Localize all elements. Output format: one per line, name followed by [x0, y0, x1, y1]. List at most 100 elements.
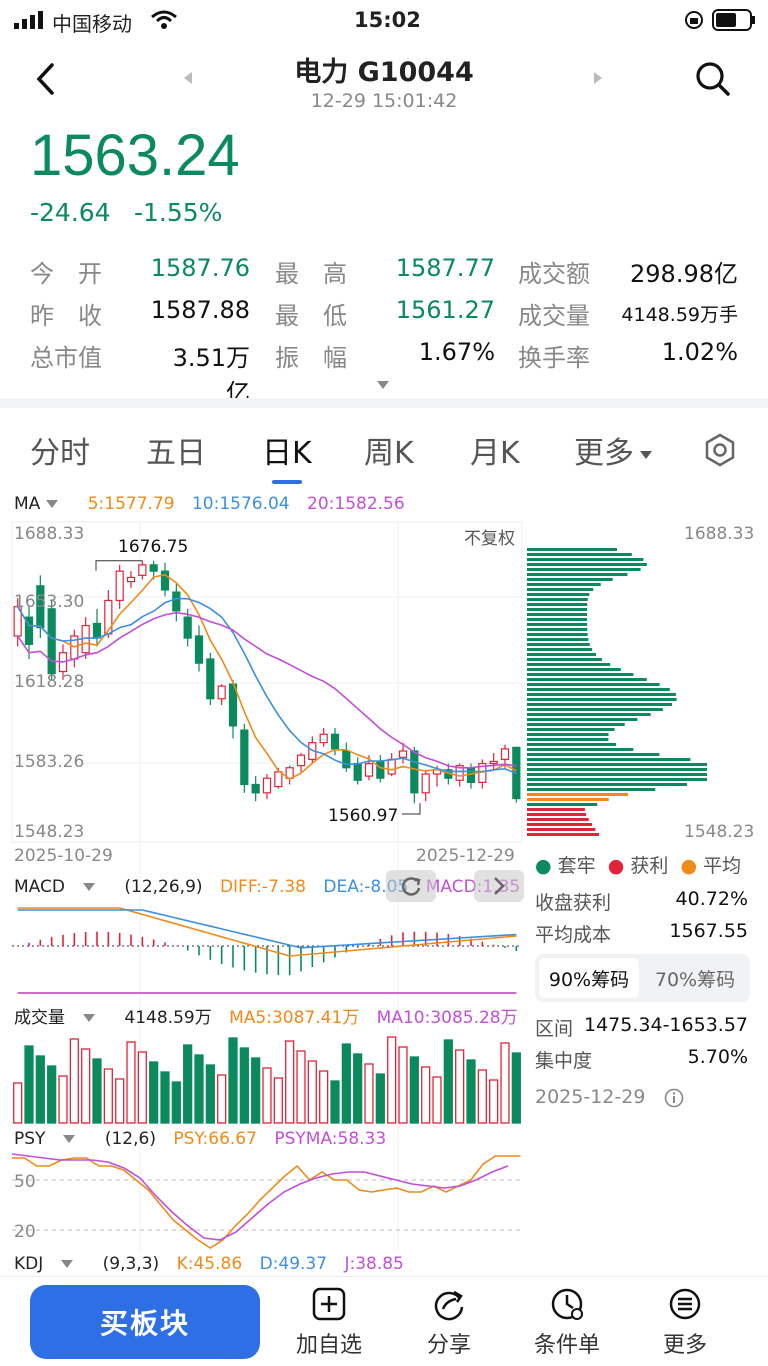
- chip-bar: [527, 718, 638, 721]
- volume-bar: [387, 1036, 397, 1124]
- search-icon[interactable]: [694, 60, 732, 98]
- stat-value: 1.67%: [418, 338, 495, 366]
- chip-bar: [527, 703, 673, 706]
- profit-ratio-label: 收盘获利: [535, 892, 612, 914]
- chip-bar: [527, 733, 609, 736]
- tab-more[interactable]: 更多: [574, 428, 652, 472]
- tab-monthly-k[interactable]: 月K: [470, 428, 520, 472]
- high-price-label: 1676.75: [118, 537, 189, 557]
- next-arrow-icon[interactable]: [592, 70, 604, 86]
- buy-sector-button[interactable]: 买板块: [30, 1285, 260, 1359]
- candle: [92, 622, 102, 639]
- volume-bar: [24, 1045, 34, 1124]
- psy-legend: PSY (12,6) PSY:66.67 PSYMA:58.33: [14, 1129, 398, 1149]
- bottom-action-bar: 买板块 加自选 分享 条件单 更多: [0, 1276, 768, 1366]
- no-adjust-label[interactable]: 不复权: [464, 524, 515, 549]
- kdj-params: (9,3,3): [102, 1254, 160, 1274]
- menu-icon: [669, 1288, 701, 1320]
- tab-daily-k[interactable]: 日K: [262, 428, 312, 472]
- chip-bar: [527, 798, 609, 801]
- tab-chip-90[interactable]: 90%筹码: [539, 958, 639, 998]
- volume-bar: [285, 1040, 295, 1124]
- status-bar: 中国移动 15:02: [0, 0, 768, 40]
- chip-bar: [527, 713, 651, 716]
- chip-bar: [527, 648, 593, 651]
- tab-five-day[interactable]: 五日: [146, 428, 206, 472]
- candle: [262, 777, 272, 794]
- ma10-line: [17, 597, 517, 775]
- price-tick-2: 1618.28: [14, 672, 85, 692]
- range-label: 区间: [535, 1018, 574, 1040]
- scroll-latest-button[interactable]: [474, 870, 524, 902]
- stat-value: 1587.76: [150, 254, 250, 282]
- volume-bar: [205, 1064, 215, 1124]
- kdj-label: KDJ: [14, 1254, 44, 1274]
- chip-bar: [527, 658, 602, 661]
- stat-label: 成交量: [518, 302, 590, 330]
- macd-selector[interactable]: MACD: [14, 877, 107, 897]
- candle: [183, 616, 192, 639]
- page-title: 电力 G10044: [294, 57, 474, 88]
- volume-bar: [13, 1082, 23, 1124]
- volume-bar: [409, 1056, 419, 1124]
- dot-icon: ●: [680, 855, 698, 877]
- chip-bar: [527, 588, 594, 591]
- volume-bar: [443, 1039, 453, 1124]
- volume-bar: [296, 1050, 306, 1124]
- volume-bar: [341, 1043, 351, 1124]
- chip-bar: [527, 653, 597, 656]
- chip-range-toggle: 90%筹码 70%筹码: [535, 954, 750, 1002]
- chip-bar: [527, 743, 617, 746]
- chip-bar: [527, 763, 707, 766]
- condition-order-button[interactable]: 条件单: [522, 1287, 612, 1359]
- candle: [387, 758, 396, 775]
- chip-bar: [527, 663, 611, 666]
- ma-selector[interactable]: MA: [14, 494, 70, 514]
- candle: [149, 564, 158, 572]
- condition-order-label: 条件单: [533, 1333, 600, 1358]
- candle: [330, 733, 340, 750]
- volume-bar: [160, 1071, 170, 1124]
- chevron-down-icon: [63, 1135, 76, 1143]
- ma-legend: MA 5:1577.79 10:1576.04 20:1582.56: [14, 494, 417, 514]
- chevron-down-icon: [82, 883, 95, 891]
- reset-button[interactable]: [386, 870, 436, 902]
- dot-icon: ●: [607, 855, 625, 877]
- candle: [342, 750, 351, 769]
- psy-label: PSY: [14, 1129, 46, 1149]
- volume-bar: [262, 1067, 272, 1124]
- share-button[interactable]: 分享: [404, 1287, 494, 1359]
- expand-icon[interactable]: [376, 380, 390, 390]
- ma5-value: 5:1577.79: [87, 494, 175, 514]
- info-icon[interactable]: [664, 1088, 684, 1108]
- volume-bar: [81, 1048, 91, 1124]
- volume-bar: [251, 1057, 261, 1124]
- psy-line: [12, 1155, 521, 1249]
- psy-selector[interactable]: PSY: [14, 1129, 87, 1149]
- stat-label: 成交额: [518, 260, 590, 288]
- tab-chip-70[interactable]: 70%筹码: [643, 958, 747, 998]
- tab-intraday[interactable]: 分时: [30, 428, 90, 472]
- legend-trapped: 套牢: [557, 855, 596, 877]
- stat-value: 4148.59万手: [621, 304, 738, 326]
- tab-weekly-k[interactable]: 周K: [364, 428, 414, 472]
- signal-icon: [14, 11, 43, 29]
- stat-label: 今 开: [30, 260, 102, 288]
- chip-bar: [527, 813, 587, 816]
- concentration-value: 5.70%: [687, 1046, 748, 1068]
- chip-bar: [527, 628, 588, 631]
- psyma-value: PSYMA:58.33: [274, 1129, 387, 1149]
- volume-bar: [35, 1055, 45, 1124]
- avg-cost-label: 平均成本: [535, 924, 612, 946]
- add-watchlist-button[interactable]: 加自选: [284, 1287, 374, 1359]
- more-button[interactable]: 更多: [640, 1287, 730, 1359]
- settings-icon[interactable]: [702, 432, 738, 468]
- kdj-selector[interactable]: KDJ: [14, 1254, 85, 1274]
- volume-selector[interactable]: 成交量: [14, 1008, 107, 1028]
- chip-bar: [527, 758, 691, 761]
- chip-bar: [527, 678, 647, 681]
- volume-bar: [511, 1052, 521, 1124]
- candle: [364, 762, 374, 777]
- battery-icon: [712, 9, 755, 31]
- chip-bar: [527, 673, 634, 676]
